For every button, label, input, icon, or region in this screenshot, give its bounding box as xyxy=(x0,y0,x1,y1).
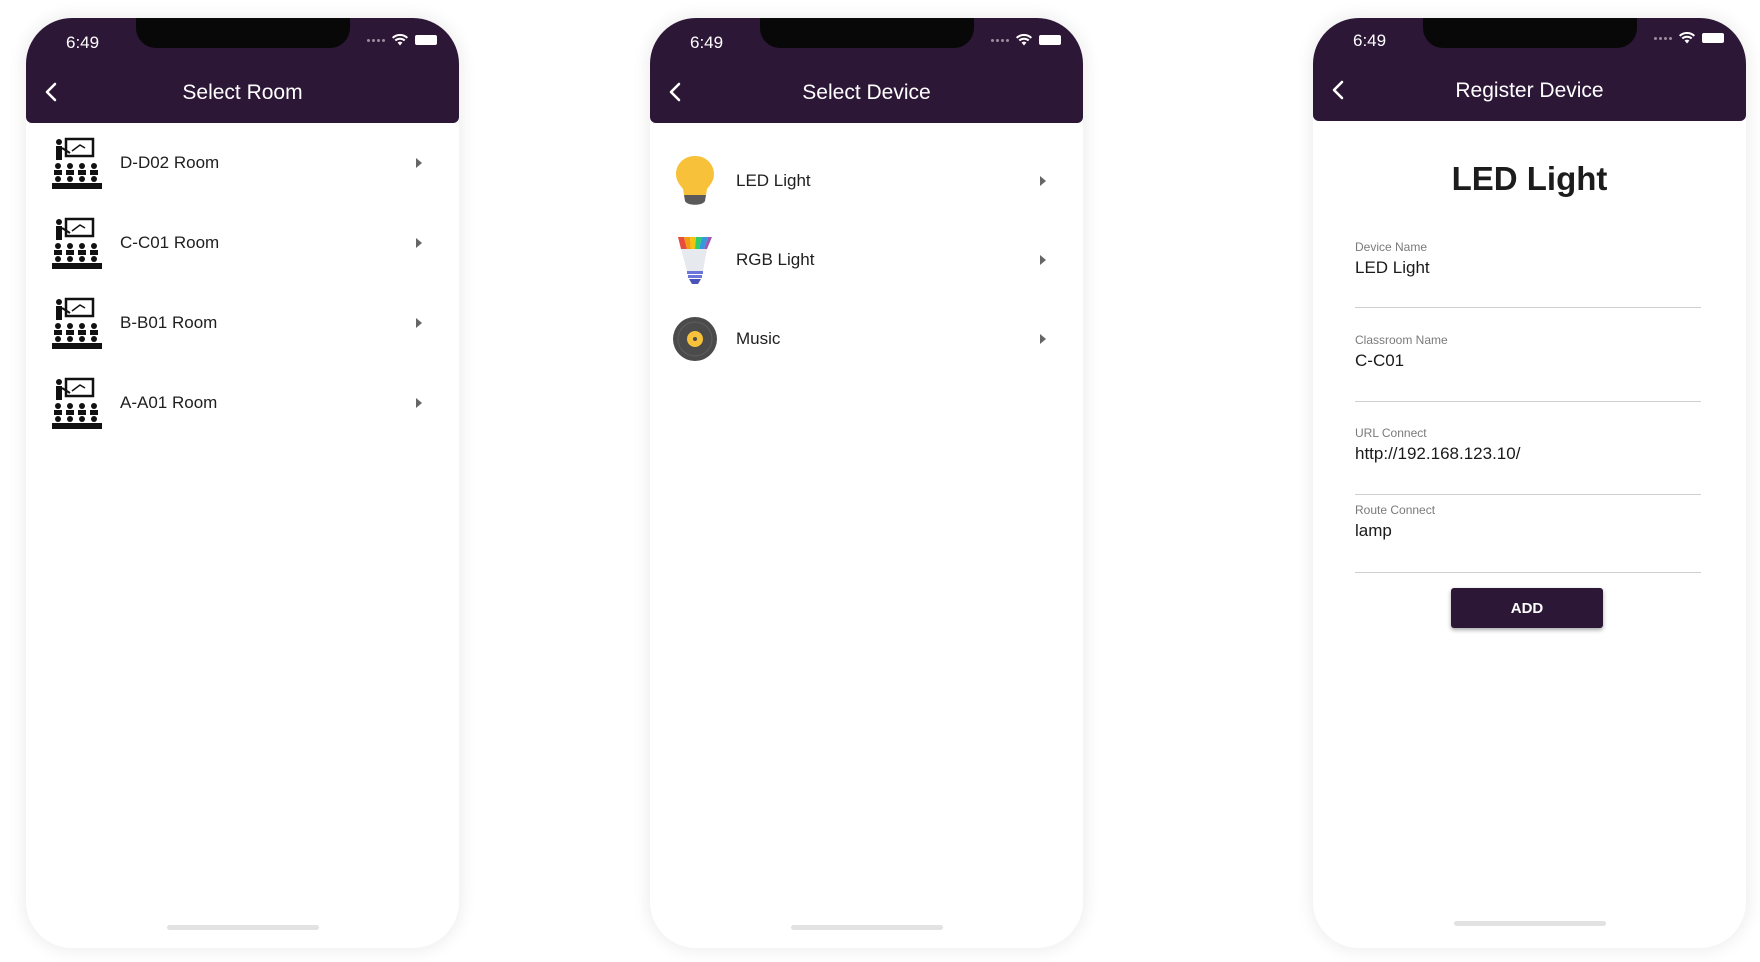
status-icons xyxy=(367,34,437,46)
chevron-right-icon xyxy=(1040,254,1046,265)
chevron-right-icon xyxy=(416,318,422,328)
device-name-field[interactable]: Device Name LED Light xyxy=(1355,240,1701,308)
signal-icon xyxy=(991,38,1009,42)
battery-icon xyxy=(1702,33,1724,43)
field-label: Classroom Name xyxy=(1355,333,1448,347)
room-item-d-d02[interactable]: D-D02 Room xyxy=(26,123,459,203)
room-label: C-C01 Room xyxy=(120,233,220,252)
device-label: RGB Light xyxy=(736,249,815,269)
classroom-icon xyxy=(52,297,102,349)
device-label: LED Light xyxy=(736,170,811,190)
device-item-led-light[interactable]: LED Light xyxy=(650,141,1083,220)
room-label: A-A01 Room xyxy=(120,393,218,412)
select-room-screen: 6:49 Select Room D-D02 Room C-C01 Room B… xyxy=(26,18,459,948)
bulb-icon xyxy=(676,155,714,205)
screen-title: Select Device xyxy=(802,81,931,104)
status-icons xyxy=(991,34,1061,46)
status-time: 6:49 xyxy=(1353,31,1387,50)
app-bar: 6:49 Select Device xyxy=(650,18,1083,123)
device-list: LED Light RGB Light Music xyxy=(650,141,1083,378)
status-icons xyxy=(1654,32,1724,44)
notch xyxy=(1422,18,1637,48)
app-bar: 6:49 Select Room xyxy=(26,18,459,123)
field-value: lamp xyxy=(1355,521,1392,540)
chevron-right-icon xyxy=(416,158,422,168)
field-value: C-C01 xyxy=(1355,351,1405,370)
chevron-right-icon xyxy=(1040,333,1046,344)
device-heading: LED Light xyxy=(1451,160,1608,197)
room-item-c-c01[interactable]: C-C01 Room xyxy=(26,203,459,283)
room-label: D-D02 Room xyxy=(120,153,220,172)
status-time: 6:49 xyxy=(66,33,100,52)
signal-icon xyxy=(1654,36,1672,40)
wifi-icon xyxy=(392,34,408,46)
battery-icon xyxy=(1039,35,1061,45)
notch xyxy=(135,18,350,48)
select-device-screen: 6:49 Select Device LED Light RGB Light M… xyxy=(650,18,1083,948)
chevron-right-icon xyxy=(1040,175,1046,186)
chevron-right-icon xyxy=(416,398,422,408)
status-time: 6:49 xyxy=(690,33,724,52)
field-label: URL Connect xyxy=(1355,426,1427,440)
room-item-a-a01[interactable]: A-A01 Room xyxy=(26,363,459,443)
room-item-b-b01[interactable]: B-B01 Room xyxy=(26,283,459,363)
notch xyxy=(759,18,974,48)
vinyl-disc-icon xyxy=(673,316,717,361)
room-label: B-B01 Room xyxy=(120,313,218,332)
add-button[interactable]: ADD xyxy=(1451,588,1603,628)
home-indicator[interactable] xyxy=(1453,921,1606,926)
field-label: Device Name xyxy=(1355,240,1428,254)
wifi-icon xyxy=(1016,34,1032,46)
screen-title: Select Room xyxy=(182,81,303,104)
classroom-name-field[interactable]: Classroom Name C-C01 xyxy=(1355,333,1701,402)
register-device-screen: 6:49 Register Device LED Light Device Na… xyxy=(1313,18,1746,948)
url-connect-field[interactable]: URL Connect http://192.168.123.10/ xyxy=(1355,426,1701,495)
screen-title: Register Device xyxy=(1455,79,1604,102)
classroom-icon xyxy=(52,377,102,429)
route-connect-field[interactable]: Route Connect lamp xyxy=(1355,503,1701,573)
device-item-music[interactable]: Music xyxy=(650,299,1083,378)
field-value: LED Light xyxy=(1355,258,1430,277)
app-bar: 6:49 Register Device xyxy=(1313,18,1746,121)
wifi-icon xyxy=(1679,32,1695,44)
home-indicator[interactable] xyxy=(790,925,943,930)
field-label: Route Connect xyxy=(1355,503,1436,517)
home-indicator[interactable] xyxy=(166,925,319,930)
rgb-bulb-icon xyxy=(678,236,712,284)
field-value: http://192.168.123.10/ xyxy=(1355,444,1521,463)
classroom-icon xyxy=(52,217,102,269)
battery-icon xyxy=(415,35,437,45)
signal-icon xyxy=(367,38,385,42)
chevron-right-icon xyxy=(416,238,422,248)
device-item-rgb-light[interactable]: RGB Light xyxy=(650,220,1083,299)
device-label: Music xyxy=(736,328,781,348)
room-list: D-D02 Room C-C01 Room B-B01 Room A-A01 R… xyxy=(26,123,459,443)
classroom-icon xyxy=(52,137,102,189)
